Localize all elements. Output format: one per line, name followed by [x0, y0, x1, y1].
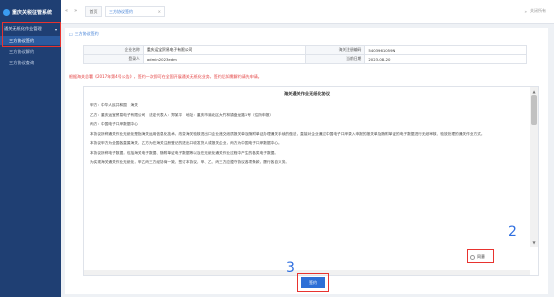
close-all-label: 关闭所有: [530, 8, 546, 13]
tab-home[interactable]: 首页: [85, 6, 102, 17]
agreement-title: 海关通关作业无纸化协议: [283, 91, 331, 96]
scroll-up-icon[interactable]: ▲: [530, 89, 538, 94]
sidebar-item-label: 三方协议解约: [9, 48, 35, 54]
current-date-label: 当前日期: [304, 54, 366, 64]
app-title: 重庆关税征管系统: [12, 9, 53, 16]
agreement-party-a: 甲方：中华人民共和国 海关: [90, 103, 138, 107]
annotation-box-sidebar: [2, 22, 61, 47]
app-logo: 重庆关税征管系统: [3, 7, 52, 17]
double-right-arrow-icon[interactable]: »: [74, 8, 77, 14]
close-icon[interactable]: ×: [158, 9, 161, 14]
enterprise-info-table: 企业名称 重庆运宝贸易电子有限公司 海关注册编码 5403961059N 登录人…: [83, 45, 527, 64]
annotation-number-3: 3: [286, 260, 295, 276]
enterprise-name-value: 重庆运宝贸易电子有限公司: [142, 45, 306, 55]
tab-nav-arrows: « »: [65, 8, 77, 14]
agreement-box: 海关通关作业无纸化协议 甲方：中华人民共和国 海关 乙方：重庆运宝贸易电子有限公…: [83, 86, 539, 276]
agreement-document[interactable]: 海关通关作业无纸化协议 甲方：中华人民共和国 海关 乙方：重庆运宝贸易电子有限公…: [84, 87, 530, 272]
enterprise-name-label: 企业名称: [83, 45, 144, 55]
tab-current-label: 三方协议签约: [109, 8, 133, 14]
annotation-box-sign: [297, 273, 329, 292]
topbar: « » 首页 三方协议签约 × » 关闭所有: [61, 0, 554, 24]
agreement-paragraph-1: 本协议所称通关作业无纸化是指海关运用信息化技术，改变海关验核进出口企业递交纸质报…: [90, 131, 485, 136]
document-icon: ☐: [69, 31, 73, 37]
topbar-right[interactable]: » 关闭所有: [525, 8, 546, 14]
double-left-arrow-icon[interactable]: «: [65, 8, 68, 14]
sidebar-item-label: 三方协议查询: [9, 59, 35, 65]
vertical-scrollbar[interactable]: ▲ ▼: [530, 87, 538, 247]
agreement-paragraph-4: 为实现海关通关作业无纸化，甲乙丙三方经协商一致，签订本协议，甲、乙、丙三方应遵守…: [90, 160, 290, 164]
annotation-number-2: 2: [508, 224, 517, 240]
current-date-value: 2023-08-20: [364, 54, 527, 64]
agreement-party-b: 乙方：重庆运宝贸易电子有限公司 法定代表人：郑某平 地址：重庆市渝北区大竹林镇盘…: [90, 112, 274, 117]
breadcrumb-label: 三方协议签约: [74, 31, 99, 36]
annotation-box-agree: [467, 249, 494, 263]
scroll-thumb[interactable]: [531, 95, 537, 125]
sidebar-item-cancel[interactable]: 三方协议解约: [0, 47, 61, 56]
login-user-value: admin2023edm: [142, 54, 306, 64]
logo-icon: [3, 8, 10, 16]
login-user-label: 登录人: [83, 54, 144, 64]
tab-home-label: 首页: [89, 8, 98, 14]
agreement-paragraph-2: 本协议甲方为全国各直属海关，乙方为在海关注册登记的进出口收发货人或报关企业，丙方…: [90, 141, 282, 145]
chevron-right-icon: »: [524, 8, 527, 14]
breadcrumb: ☐ 三方协议签约: [69, 31, 99, 37]
tab-sign-agreement[interactable]: 三方协议签约 ×: [105, 6, 165, 17]
scroll-down-icon[interactable]: ▼: [530, 240, 538, 245]
customs-code-value: 5403961059N: [364, 45, 527, 55]
customs-code-label: 海关注册编码: [304, 45, 366, 55]
notice-text: 根据海关总署《2017年第4号公告》，签约一次即可在全国开展通关无纸化业务，签约…: [69, 74, 262, 79]
agreement-party-c: 丙方：中国电子口岸数据中心: [90, 122, 138, 126]
agreement-paragraph-3: 本协议所称电子数据，包括海关电子数据、随附单证电子数据等以及在无纸化通关作业过程…: [90, 150, 279, 155]
sidebar-item-query[interactable]: 三方协议查询: [0, 58, 61, 67]
